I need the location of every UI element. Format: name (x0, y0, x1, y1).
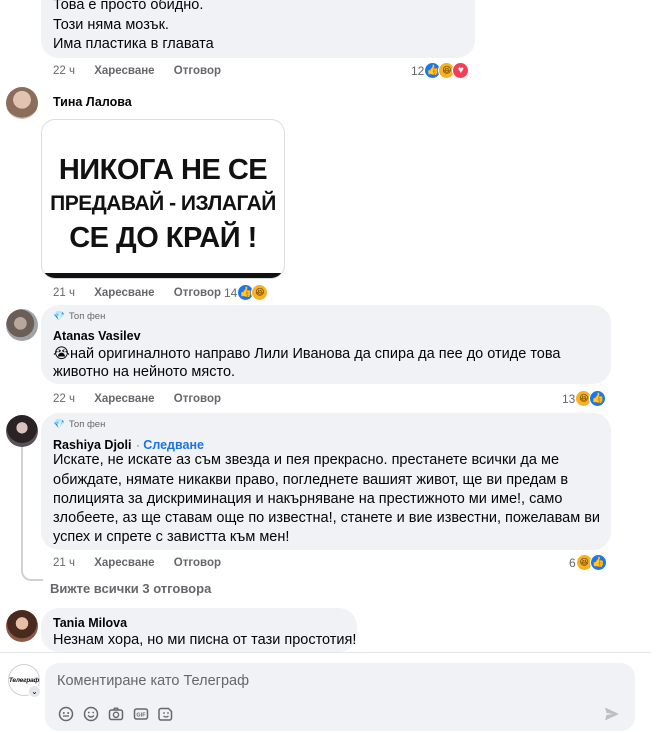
reaction-count: 12 (411, 63, 425, 78)
top-fan-badge: 💎 Топ фен (53, 311, 105, 322)
comment-text: Това е просто обидно. (53, 0, 204, 13)
comment-text: полицията за дискриминация и накърняване… (53, 491, 563, 507)
reply-button[interactable]: Отговор (174, 65, 221, 77)
chevron-down-icon[interactable]: ⌄ (28, 685, 41, 698)
comment-time[interactable]: 22 ч (53, 65, 75, 77)
comment-image[interactable]: НИКОГА НЕ СЕ ПРЕДАВАЙ - ИЗЛАГАЙ СЕ ДО КР… (41, 119, 285, 279)
badge-label: Топ фен (68, 311, 106, 322)
sticker-icon[interactable] (157, 705, 175, 723)
comment-time[interactable]: 21 ч (53, 287, 75, 299)
reaction-summary[interactable]: 13 😆 👍 (562, 390, 607, 407)
comment-text: най оригиналното направо Лили Иванова да… (69, 346, 561, 362)
emoji-icon[interactable] (82, 705, 100, 723)
comment-composer[interactable]: Коментиране като Телеграф GIF (45, 663, 635, 731)
reply-thread-line (21, 446, 43, 581)
reply-button[interactable]: Отговор (174, 557, 221, 569)
comment-input[interactable]: Коментиране като Телеграф (57, 673, 249, 689)
avatar[interactable] (6, 309, 38, 341)
gif-icon[interactable]: GIF (132, 705, 150, 723)
like-button[interactable]: Харесване (94, 393, 154, 405)
image-text: СЕ ДО КРАЙ ! (69, 222, 257, 254)
avatar[interactable] (6, 610, 38, 642)
camera-icon[interactable] (107, 705, 125, 723)
comment-actions: 21 ч Харесване Отговор (53, 287, 237, 299)
comment-text: обиждате, нямате никакви право, погледне… (53, 472, 569, 488)
reaction-summary[interactable]: 6 😆 👍 (569, 554, 607, 571)
badge-label: Топ фен (68, 419, 106, 430)
comment-author[interactable]: Tania Milova (53, 616, 127, 630)
comment-actions: 22 ч Харесване Отговор (53, 65, 237, 77)
send-icon[interactable] (603, 705, 621, 723)
reaction-count: 14 (224, 285, 238, 300)
avatar[interactable] (6, 415, 38, 447)
comment-text: животно на нейното място. (53, 364, 236, 380)
like-reaction-icon: 👍 (589, 554, 607, 571)
comment-text: злобеете, аз ще ставам още по известна!,… (53, 510, 601, 526)
composer-toolbar: GIF (57, 705, 182, 723)
comment-author[interactable]: Rashiya Djoli (53, 438, 132, 452)
divider (0, 652, 651, 653)
comment-bubble: Това е просто обидно. Този няма мозък. И… (41, 0, 475, 58)
reaction-count: 13 (562, 391, 576, 406)
image-text: НИКОГА НЕ СЕ (58, 154, 268, 186)
haha-reaction-icon: 😆 (251, 284, 269, 301)
page-avatar-logo: Телеграф (8, 676, 40, 684)
like-reaction-icon: 👍 (589, 390, 607, 407)
image-text: ПРЕДАВАЙ - ИЗЛАГАЙ (50, 192, 276, 215)
reply-button[interactable]: Отговор (174, 393, 221, 405)
comment-actions: 22 ч Харесване Отговор (53, 393, 237, 405)
comment-time[interactable]: 21 ч (53, 557, 75, 569)
top-fan-badge: 💎 Топ фен (53, 419, 105, 430)
avatar[interactable] (6, 87, 38, 119)
comment-text: Незнам хора, но ми писна от тази простот… (53, 632, 357, 648)
comment-text-line: 😭най оригиналното направо Лили Иванова д… (53, 345, 560, 365)
reaction-summary[interactable]: 14 👍 😆 (224, 284, 269, 301)
like-button[interactable]: Харесване (94, 65, 154, 77)
diamond-icon: 💎 (53, 311, 65, 322)
comment-actions: 21 ч Харесване Отговор (53, 557, 237, 569)
comment-text: успех и спрете с завистта към мен! (53, 529, 290, 545)
like-button[interactable]: Харесване (94, 287, 154, 299)
comment-bubble: 💎 Топ фен Rashiya Djoli · Следване Искат… (41, 413, 611, 550)
comment-author[interactable]: Atanas Vasilev (53, 329, 141, 343)
diamond-icon: 💎 (53, 419, 65, 430)
comment-bubble: 💎 Топ фен Atanas Vasilev 😭най оригинално… (41, 305, 611, 384)
comment-text: Този няма мозък. (53, 17, 169, 33)
svg-text:GIF: GIF (136, 713, 146, 719)
comment-author[interactable]: Тина Лалова (53, 95, 132, 109)
reaction-summary[interactable]: 12 👍 😆 ♥ (411, 62, 470, 79)
comment-time[interactable]: 22 ч (53, 393, 75, 405)
reaction-count: 6 (569, 555, 576, 570)
avatar-sticker-icon[interactable] (57, 705, 75, 723)
comment-text: Има пластика в главата (53, 36, 214, 52)
like-button[interactable]: Харесване (94, 557, 154, 569)
reply-button[interactable]: Отговор (174, 287, 221, 299)
comment-bubble: Tania Milova Незнам хора, но ми писна от… (41, 608, 357, 652)
comment-text: Искате, не искате аз съм звезда и пея пр… (53, 452, 560, 468)
crying-emoji: 😭 (53, 346, 70, 362)
love-reaction-icon: ♥ (452, 62, 470, 79)
view-all-replies-link[interactable]: Вижте всички 3 отговора (50, 581, 211, 596)
follow-button[interactable]: Следване (143, 438, 204, 452)
image-bottom-band (42, 273, 284, 278)
